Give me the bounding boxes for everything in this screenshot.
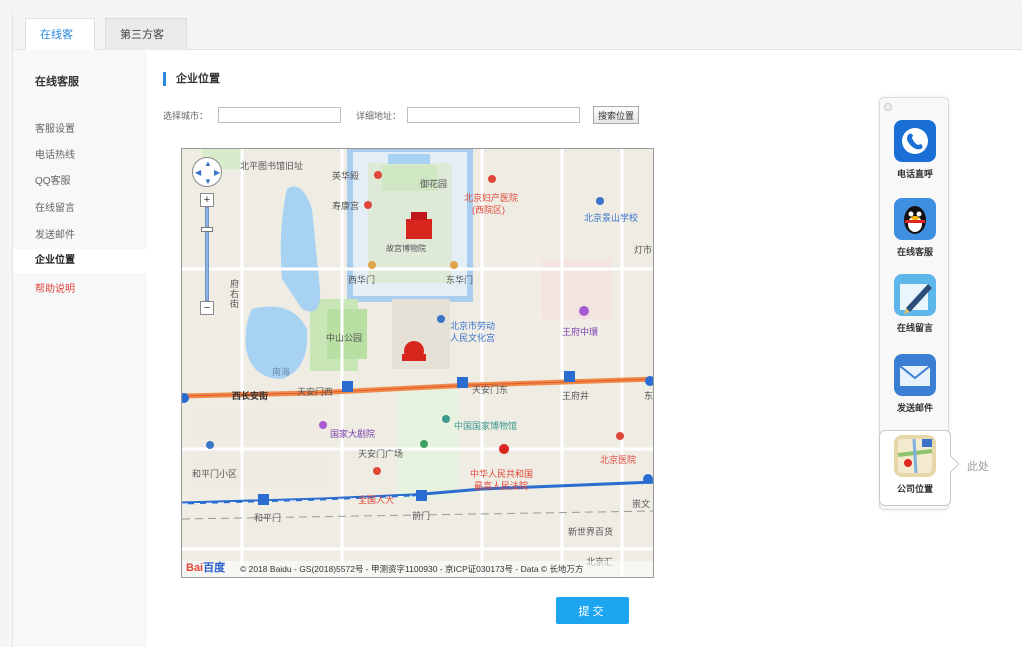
sidebar-heading: 在线客服 [35,76,79,88]
map-label: 北京景山学校 [584,213,639,223]
panel-item-message[interactable]: 在线留言 [880,274,950,334]
sidebar-item-phone-hotline[interactable]: 电话热线 [35,146,75,161]
map-label: 王府中環 [562,327,599,337]
sidebar-item-service-settings[interactable]: 客服设置 [35,120,75,135]
panel-item-phone[interactable]: 电话直呼 [880,120,950,180]
map-label: 国家大剧院 [330,429,376,439]
submit-button[interactable]: 提交 [556,597,629,624]
panel-item-label: 电话直呼 [896,169,933,179]
map-label: 灯市 [634,245,653,255]
panel-item-label: 在线客服 [896,247,933,257]
section-title: 企业位置 [163,72,220,86]
sidebar: 在线客服 客服设置 电话热线 QQ客服 在线留言 发送邮件 企业位置 帮助说明 [13,50,147,647]
zoom-out-button[interactable]: − [200,301,214,315]
panel-item-label: 公司位置 [896,484,933,494]
app-frame: 在线客服 第三方客服 在线客服 客服设置 电话热线 QQ客服 在线留言 发送邮件… [12,10,1022,647]
map-label: 前门 [412,511,431,521]
sidebar-item-company-location[interactable]: 企业位置 [13,249,147,273]
map-label: 中山公园 [326,333,363,343]
address-input[interactable] [407,107,580,123]
panel-item-qq[interactable]: 在线客服 [880,198,950,258]
map-label: 御花园 [420,179,448,189]
map-label: 和平门小区 [192,469,238,479]
map-label: 南海 [272,367,291,377]
map-view[interactable]: 北平图书馆旧址 英华殿 御花园 寿康宫 北京妇产医院 (西院区) 北京景山学校 … [181,148,654,578]
here-label: 此处 [967,461,989,473]
zoom-in-button[interactable]: + [200,193,214,207]
map-pin-icon [894,435,936,477]
baidu-logo: Bai百度 [186,559,225,575]
map-zoom-control: + − [200,193,214,315]
map-label: 最高人民法院 [474,481,529,491]
sidebar-item-send-email[interactable]: 发送邮件 [35,226,75,241]
map-label: 北京医院 [600,455,637,465]
panel-item-label: 发送邮件 [896,403,933,413]
map-label: 东华门 [446,275,474,285]
map-label: 西华门 [348,275,376,285]
skype-phone-icon [894,120,936,162]
map-label: 天安门西 [297,387,334,397]
map-label: 东 [644,391,654,401]
map-label: 崇文 [632,499,651,509]
map-label: 王府井 [562,391,590,401]
map-label: 新世界百货 [568,527,614,537]
tab-third-party-service[interactable]: 第三方客服 [105,18,187,73]
baidu-logo-text: Bai [186,562,204,574]
qq-penguin-icon [894,198,936,240]
address-label: 详细地址： [356,111,402,121]
map-pan-control[interactable]: ▲ ▼ ◀ ▶ [192,157,222,187]
tab-bar: 在线客服 第三方客服 [13,10,1022,73]
floating-contact-panel: 电话直呼 在线客服 在线留言 发送邮件 公司位置 [879,97,951,510]
baidu-logo-suffix: 百度 [203,562,226,574]
map-label: 府右街 [230,279,240,309]
map-label: 北平图书馆旧址 [240,161,304,171]
city-label: 选择城市： [163,111,209,121]
zoom-slider-track[interactable] [205,207,209,301]
map-label: 天安门广场 [358,449,404,459]
map-label: 寿康宫 [332,201,360,211]
map-label: (西院区) [472,205,505,215]
map-label: 天安门东 [472,385,509,395]
map-label: 和平门 [254,513,282,523]
map-label: 中国国家博物馆 [454,421,518,431]
map-copyright: © 2018 Baidu - GS(2018)5572号 - 甲测资字11009… [182,561,653,577]
zoom-slider-thumb[interactable] [201,227,213,232]
sidebar-item-online-message[interactable]: 在线留言 [35,199,75,214]
pen-note-icon [894,274,936,316]
mail-envelope-icon [894,354,936,396]
map-label: 故宫博物院 [386,244,426,253]
map-label: 英华殿 [332,171,360,181]
map-label: 西长安街 [232,391,269,401]
sidebar-item-help[interactable]: 帮助说明 [35,280,75,295]
sidebar-item-qq-service[interactable]: QQ客服 [35,172,71,187]
panel-handle-dot [884,103,892,111]
panel-item-label: 在线留言 [896,323,933,333]
panel-item-email[interactable]: 发送邮件 [880,354,950,414]
panel-item-location[interactable]: 公司位置 [879,430,951,506]
map-label: 人民文化宫 [450,333,496,343]
search-location-button[interactable]: 搜索位置 [593,106,639,124]
map-label: 全国人大 [358,495,395,505]
city-input[interactable] [218,107,341,123]
tab-online-service[interactable]: 在线客服 [25,18,95,73]
